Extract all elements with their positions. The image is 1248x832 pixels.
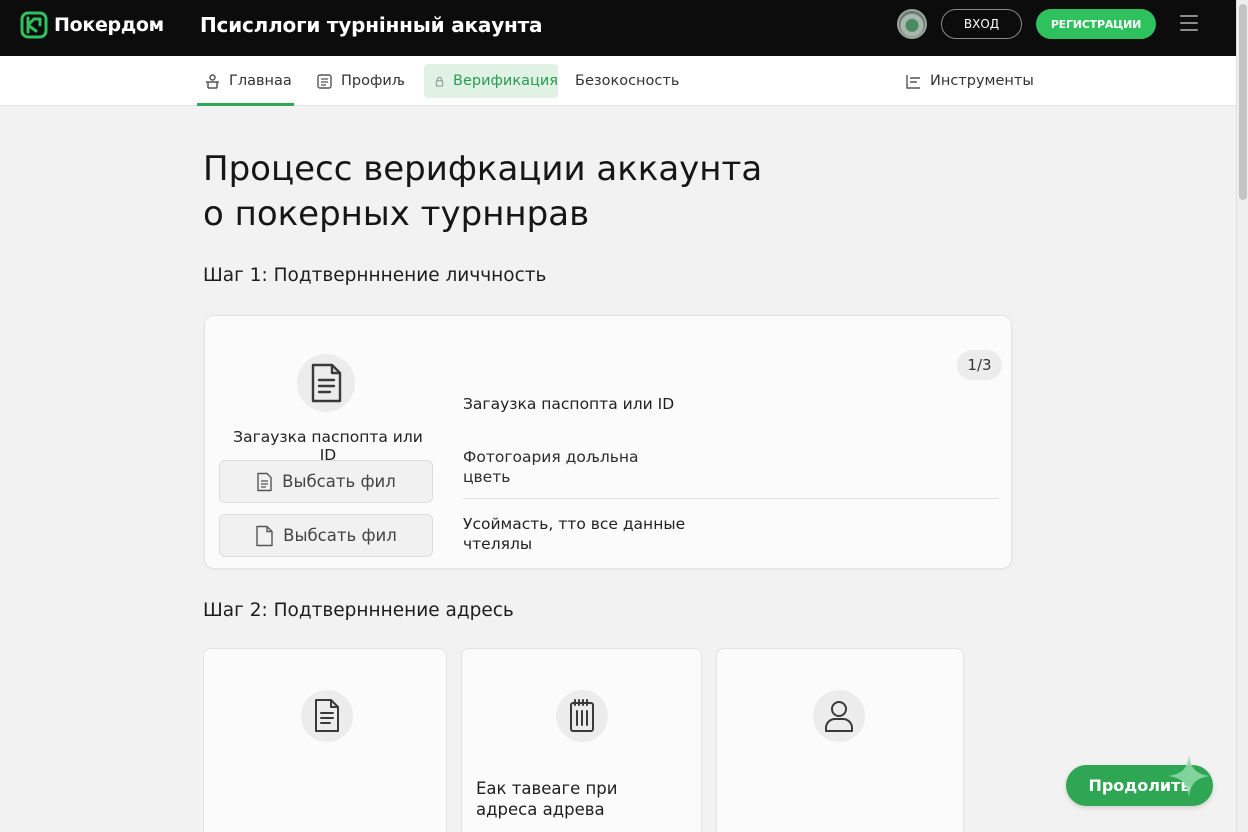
page-title: Процесс верифкации аккаунта о покерных т… bbox=[203, 147, 823, 237]
brand-name: Покердом bbox=[54, 14, 164, 36]
requirement-text: Усоймасть, тто все данные чтелялы bbox=[463, 515, 686, 553]
file-icon bbox=[256, 525, 273, 546]
identity-upload-card: Загаузка паспопта или ID Выбсать фил Выб… bbox=[204, 315, 1012, 569]
step-counter-badge: 1/3 bbox=[957, 350, 1002, 380]
top-header: Покердом Псисллоги турнінный акаунта ВХО… bbox=[0, 0, 1236, 56]
step-1-title: Шаг 1: Подтвернннение личчность bbox=[203, 265, 547, 286]
choose-file-label: Выбсать фил bbox=[282, 472, 396, 491]
sparkle-icon bbox=[1168, 755, 1210, 797]
page-title-line-2: о покерных турннрав bbox=[203, 194, 590, 234]
tab-verification-label: Верификация bbox=[453, 73, 558, 89]
tab-verification[interactable]: Верификация bbox=[424, 64, 558, 98]
avatar[interactable] bbox=[897, 9, 927, 39]
page-heading: Псисллоги турнінный акаунта bbox=[200, 13, 543, 37]
upload-label: Загаузка паспопта или ID bbox=[233, 428, 423, 464]
tab-tools-label: Инструменты bbox=[930, 73, 1034, 89]
tab-security[interactable]: Безокосность bbox=[575, 64, 679, 98]
document-icon-badge bbox=[297, 354, 355, 412]
pokerdom-logo-icon bbox=[20, 11, 48, 39]
requirement-text: Загаузка паспопта или ID bbox=[463, 395, 675, 413]
tab-tools[interactable]: Инструменты bbox=[905, 64, 1034, 98]
page-title-line-1: Процесс верифкации аккаунта bbox=[203, 149, 763, 189]
lock-icon bbox=[435, 76, 444, 86]
choose-file-label: Выбсать фил bbox=[283, 526, 397, 545]
scrollbar[interactable] bbox=[1236, 0, 1248, 832]
login-button[interactable]: ВХОД bbox=[941, 9, 1022, 39]
divider bbox=[463, 498, 999, 499]
address-option-card[interactable] bbox=[716, 648, 964, 832]
profile-icon bbox=[317, 73, 332, 89]
tab-home[interactable]: Главнаа bbox=[204, 64, 292, 98]
step-2-title: Шаг 2: Подтвернннение адресь bbox=[203, 600, 514, 621]
clipboard-icon bbox=[570, 699, 594, 732]
requirement-text: Фотогоария дољльна цветь bbox=[463, 448, 639, 486]
user-icon-badge bbox=[813, 690, 865, 742]
user-icon bbox=[825, 701, 853, 732]
brand-logo[interactable]: Покердом bbox=[20, 11, 164, 39]
home-icon bbox=[206, 73, 219, 89]
tab-home-label: Главнаа bbox=[229, 73, 292, 89]
tab-profile-label: Профиљ bbox=[341, 73, 405, 89]
address-option-card[interactable]: Еак тавеаге при адреса адрева bbox=[461, 648, 702, 832]
clipboard-icon-badge bbox=[556, 690, 608, 742]
scrollbar-thumb[interactable] bbox=[1239, 4, 1247, 200]
file-icon bbox=[257, 472, 272, 491]
tab-security-label: Безокосность bbox=[575, 73, 680, 89]
address-option-text: Еак тавеаге при адреса адрева bbox=[476, 779, 618, 819]
choose-file-button[interactable]: Выбсать фил bbox=[219, 460, 433, 503]
document-icon-badge bbox=[301, 690, 353, 742]
section-nav: Главнаа Профиљ Верификация Безокосность … bbox=[0, 56, 1236, 106]
register-button[interactable]: РЕГИСТРАЦИИ bbox=[1036, 9, 1156, 39]
address-option-card[interactable] bbox=[203, 648, 447, 832]
document-icon bbox=[315, 699, 339, 732]
tools-icon bbox=[906, 74, 920, 89]
tab-profile[interactable]: Профиљ bbox=[316, 64, 405, 98]
choose-file-button[interactable]: Выбсать фил bbox=[219, 514, 433, 557]
hamburger-menu-icon[interactable] bbox=[1180, 15, 1198, 31]
document-icon bbox=[311, 363, 342, 403]
active-tab-indicator bbox=[197, 103, 294, 106]
